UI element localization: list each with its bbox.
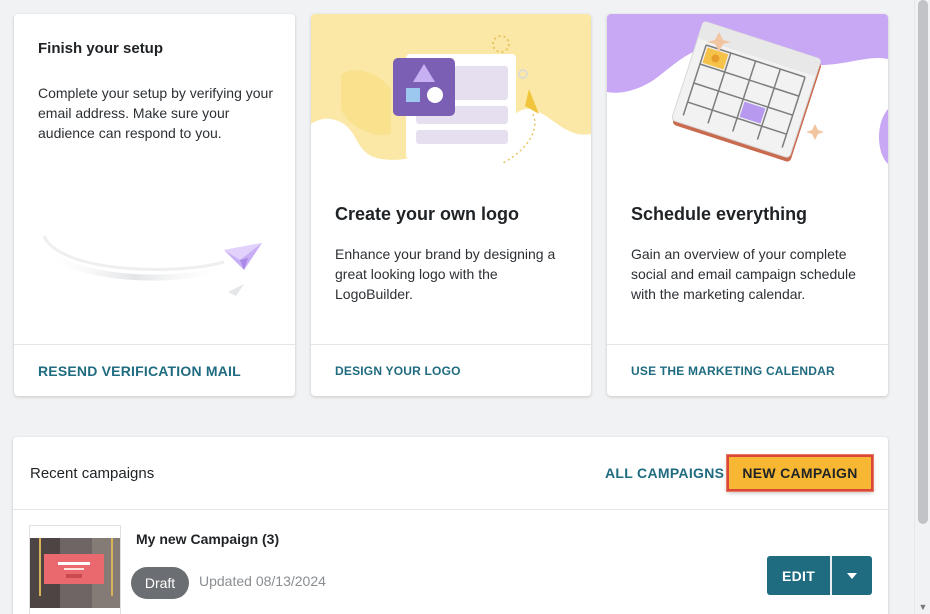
design-logo-link[interactable]: DESIGN YOUR LOGO (335, 364, 461, 378)
calendar-icon (607, 14, 888, 164)
status-badge: Draft (131, 567, 189, 599)
edit-dropdown-button[interactable] (832, 556, 872, 595)
edit-button[interactable]: EDIT (767, 556, 830, 595)
schedule-card: Schedule everything Gain an overview of … (607, 14, 888, 396)
scroll-down-icon[interactable]: ▼ (918, 602, 928, 612)
resend-verification-link[interactable]: RESEND VERIFICATION MAIL (38, 363, 241, 379)
recent-campaigns-title: Recent campaigns (30, 465, 155, 482)
paper-plane-icon (37, 235, 262, 296)
schedule-card-footer: USE THE MARKETING CALENDAR (607, 344, 888, 396)
logo-card-footer: DESIGN YOUR LOGO (311, 344, 591, 396)
recent-campaigns-panel: Recent campaigns ALL CAMPAIGNS NEW CAMPA… (13, 437, 888, 614)
marketing-calendar-link[interactable]: USE THE MARKETING CALENDAR (631, 364, 835, 378)
chevron-down-icon (847, 572, 857, 579)
campaign-thumbnail-image (30, 526, 120, 614)
edit-button-group: EDIT (767, 556, 872, 595)
campaign-updated-date: Updated 08/13/2024 (199, 573, 326, 589)
logo-card: Create your own logo Enhance your brand … (311, 14, 591, 396)
schedule-card-title: Schedule everything (631, 204, 808, 224)
schedule-card-description: Gain an overview of your complete social… (631, 246, 856, 302)
divider (13, 509, 888, 510)
new-campaign-button[interactable]: NEW CAMPAIGN (727, 455, 873, 491)
campaign-thumbnail[interactable] (29, 525, 121, 614)
page-scrollbar[interactable]: ▼ (914, 0, 930, 614)
all-campaigns-link[interactable]: ALL CAMPAIGNS (605, 465, 724, 481)
logo-card-description: Enhance your brand by designing a great … (335, 246, 556, 302)
scrollbar-thumb[interactable] (918, 0, 928, 524)
logo-card-title: Create your own logo (335, 204, 520, 224)
setup-card: Finish your setup Complete your setup by… (14, 14, 295, 396)
logo-builder-icon (311, 14, 591, 165)
campaign-title[interactable]: My new Campaign (3) (136, 531, 279, 547)
setup-card-footer: RESEND VERIFICATION MAIL (14, 344, 295, 396)
